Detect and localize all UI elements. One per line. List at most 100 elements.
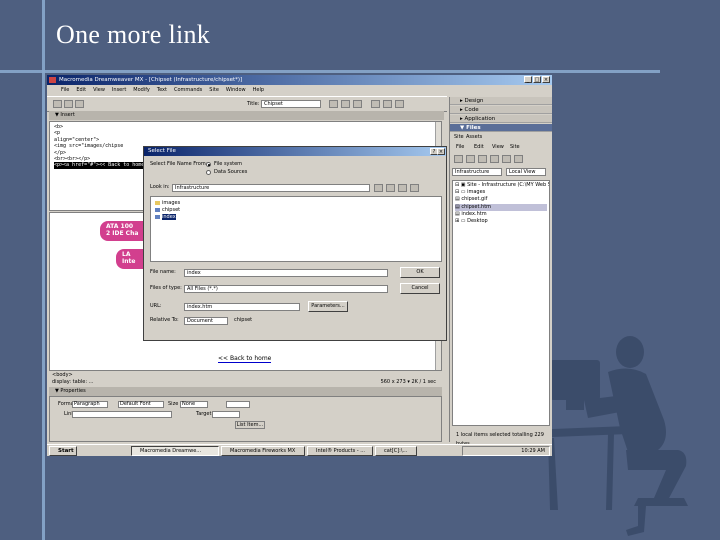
parameters-button[interactable]: Parameters...	[308, 301, 348, 312]
menu-view[interactable]: View	[93, 86, 105, 95]
relative-document-name: chipset	[234, 317, 253, 323]
menu-help[interactable]: Help	[253, 86, 264, 95]
file-list[interactable]: images chipset index	[150, 196, 442, 262]
view-options-icon[interactable]	[395, 100, 404, 108]
menu-window[interactable]: Window	[226, 86, 246, 95]
slide-title: One more link	[56, 20, 211, 49]
application-panel-header[interactable]: ▸ Application	[450, 115, 552, 123]
files-status-text: 1 local items selected totalling 229 byt…	[456, 432, 544, 447]
url-label: URL:	[150, 303, 162, 309]
list-item-button[interactable]: List Item...	[235, 421, 265, 429]
files-menu-site[interactable]: Site	[510, 144, 520, 151]
get-files-icon[interactable]	[478, 155, 487, 163]
menu-modify[interactable]: Modify	[133, 86, 150, 95]
format-select[interactable]: Paragraph	[72, 401, 108, 408]
relative-to-select[interactable]: Document	[184, 317, 228, 325]
ok-button[interactable]: OK	[400, 267, 440, 278]
target-select[interactable]	[212, 411, 240, 418]
tag-selector[interactable]: <body>	[49, 370, 442, 378]
tab-site[interactable]: Site	[454, 134, 464, 141]
page-title-input[interactable]: Chipset	[261, 100, 321, 108]
file-list-item-selected[interactable]: index	[155, 214, 437, 221]
folder-icon	[155, 200, 160, 205]
up-folder-icon[interactable]	[374, 184, 383, 192]
task-fireworks[interactable]: Macromedia Fireworks MX	[221, 446, 305, 456]
code-navigation-icon[interactable]	[383, 100, 392, 108]
status-text: display: table: ...	[52, 379, 94, 385]
files-of-type-select[interactable]: All Files (*.*)	[184, 285, 388, 293]
relative-to-label: Relative To:	[150, 317, 179, 323]
title-label: Title:	[247, 101, 260, 107]
properties-panel-header[interactable]: ▼ Properties	[49, 387, 442, 396]
split-view-button[interactable]	[64, 100, 73, 108]
refresh-icon[interactable]	[353, 100, 362, 108]
file-name-input[interactable]: index	[184, 269, 388, 277]
cancel-button[interactable]: Cancel	[400, 283, 440, 294]
menu-file[interactable]: File	[61, 86, 69, 95]
new-folder-icon[interactable]	[386, 184, 395, 192]
refresh-files-icon[interactable]	[466, 155, 475, 163]
connect-icon[interactable]	[454, 155, 463, 163]
insert-panel-header[interactable]: ▼ Insert	[49, 111, 444, 120]
check-in-icon[interactable]	[514, 155, 523, 163]
font-select[interactable]: Default Font	[118, 401, 164, 408]
dialog-close-button[interactable]: ×	[437, 148, 445, 155]
file-management-icon[interactable]	[329, 100, 338, 108]
html-file-icon	[155, 207, 160, 212]
size-select[interactable]: None	[180, 401, 208, 408]
list-view-icon[interactable]	[398, 184, 407, 192]
site-file-tree[interactable]: ⊟ ▣ Site - Infrastructure (C:\MY Web S ⊟…	[452, 180, 550, 426]
file-list-item[interactable]: chipset	[155, 207, 437, 214]
files-menu-file[interactable]: File	[456, 144, 464, 151]
start-button[interactable]: Start	[49, 446, 77, 456]
menu-insert[interactable]: Insert	[112, 86, 126, 95]
check-out-icon[interactable]	[502, 155, 511, 163]
file-system-label: File system	[214, 161, 243, 167]
tree-item[interactable]: ▤ index.htm	[455, 211, 547, 218]
file-system-radio[interactable]	[206, 162, 211, 167]
data-sources-label: Data Sources	[214, 169, 248, 175]
task-intel-products[interactable]: Intel® Products - ...	[307, 446, 373, 456]
code-panel-header[interactable]: ▸ Code	[450, 106, 552, 114]
tree-item[interactable]: ⊟ ▭ images	[455, 189, 547, 196]
color-field[interactable]	[226, 401, 250, 408]
task-explorer[interactable]: cat[C]:\...	[375, 446, 417, 456]
menu-bar: File Edit View Insert Modify Text Comman…	[47, 86, 461, 95]
menu-commands[interactable]: Commands	[174, 86, 202, 95]
maximize-button[interactable]: □	[533, 76, 541, 83]
tree-item[interactable]: ⊟ ▣ Site - Infrastructure (C:\MY Web S	[455, 182, 549, 189]
files-menu-edit[interactable]: Edit	[474, 144, 484, 151]
look-in-select[interactable]: Infrastructure	[172, 184, 370, 192]
clock: 10:29 AM	[521, 448, 545, 454]
window-title: Macromedia Dreamweaver MX - [Chipset (In…	[59, 77, 243, 83]
tab-assets[interactable]: Assets	[466, 134, 482, 141]
link-input[interactable]	[72, 411, 172, 418]
tree-item[interactable]: ⊞ ▭ Desktop	[455, 218, 547, 225]
files-menu-view[interactable]: View	[492, 144, 504, 151]
file-list-item[interactable]: images	[155, 200, 437, 207]
select-from-label: Select File Name From:	[150, 161, 208, 167]
site-select[interactable]: Infrastructure	[452, 168, 502, 176]
task-dreamweaver[interactable]: Macromedia Dreamwe...	[131, 446, 219, 456]
menu-text[interactable]: Text	[157, 86, 167, 95]
tree-item-selected[interactable]: ▤ chipset.htm	[455, 203, 547, 211]
data-sources-radio[interactable]	[206, 170, 211, 175]
code-view-button[interactable]	[53, 100, 62, 108]
reference-icon[interactable]	[371, 100, 380, 108]
menu-edit[interactable]: Edit	[76, 86, 86, 95]
right-panel-group: ▸ Design ▸ Code ▸ Application ▼ Files Si…	[449, 97, 552, 447]
back-to-home-link[interactable]: << Back to home	[218, 355, 272, 363]
tree-item[interactable]: ▤ chipset.gif	[455, 196, 547, 203]
target-label: Target	[196, 411, 212, 417]
view-select[interactable]: Local View	[506, 168, 546, 176]
files-panel-header[interactable]: ▼ Files	[450, 124, 552, 132]
design-view-button[interactable]	[75, 100, 84, 108]
minimize-button[interactable]: _	[524, 76, 532, 83]
design-panel-header[interactable]: ▸ Design	[450, 97, 552, 105]
url-input[interactable]: index.htm	[184, 303, 300, 311]
preview-browser-icon[interactable]	[341, 100, 350, 108]
put-files-icon[interactable]	[490, 155, 499, 163]
close-button[interactable]: ×	[542, 76, 550, 83]
menu-site[interactable]: Site	[209, 86, 219, 95]
details-view-icon[interactable]	[410, 184, 419, 192]
